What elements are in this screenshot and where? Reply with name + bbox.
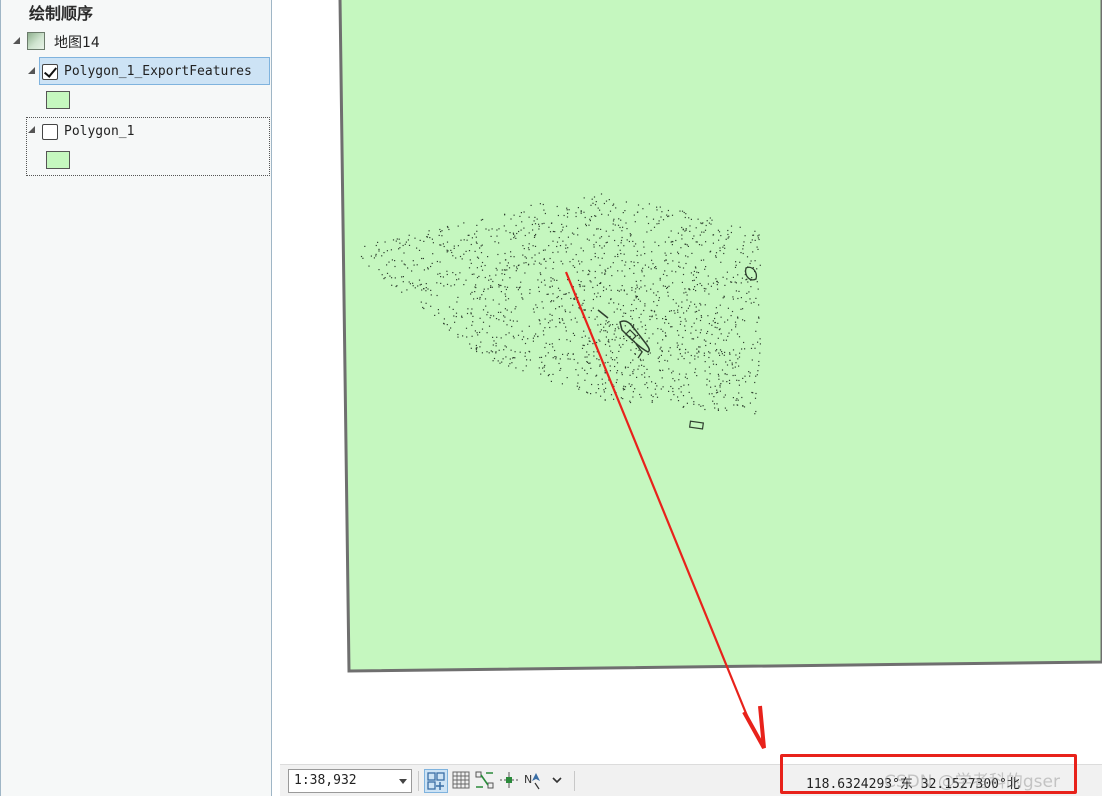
expand-map-icon[interactable] [13,37,20,44]
north-arrow-icon: N [524,773,540,790]
contents-pane: 绘制顺序 地图14 Polygon_1_ExportFeatures Polyg… [0,0,272,796]
north-arrow-button[interactable]: N [522,769,546,793]
app-root: 绘制顺序 地图14 Polygon_1_ExportFeatures Polyg… [0,0,1102,796]
layer-symbol-swatch[interactable] [46,91,70,109]
separator [418,771,419,791]
layer-symbol-swatch[interactable] [46,151,70,169]
expand-layer-icon[interactable] [28,126,35,133]
chevron-down-icon[interactable] [399,779,407,784]
annotation-highlight-box [780,754,1077,794]
layer-visibility-checkbox[interactable] [42,64,58,80]
pane-title: 绘制顺序 [29,4,94,23]
scale-combobox[interactable]: 1:38,932 [288,769,412,793]
svg-text:N: N [524,773,532,786]
check-icon [43,64,58,78]
grid-layout-icon [427,772,445,790]
expand-layer-icon[interactable] [28,67,35,74]
grid-button[interactable] [450,769,474,793]
grid-icon [452,771,470,789]
more-tools-button[interactable] [546,769,570,793]
layer-label[interactable]: Polygon_1_ExportFeatures [64,64,252,79]
polygon-feature[interactable] [338,0,1102,673]
snapping-button[interactable] [474,769,498,793]
layer-visibility-checkbox[interactable] [42,124,58,140]
grid-layout-button[interactable] [424,769,448,793]
scale-value[interactable]: 1:38,932 [294,773,357,788]
snapping-icon [475,771,494,789]
measure-icon [500,772,518,788]
measure-button[interactable] [498,769,522,793]
separator [574,771,575,791]
chevron-down-icon [552,777,562,784]
map-icon [27,32,45,50]
map-view[interactable] [280,0,1102,764]
layer-label[interactable]: Polygon_1 [64,124,134,139]
map-canvas[interactable] [280,0,1102,764]
map-label[interactable]: 地图14 [54,32,100,52]
